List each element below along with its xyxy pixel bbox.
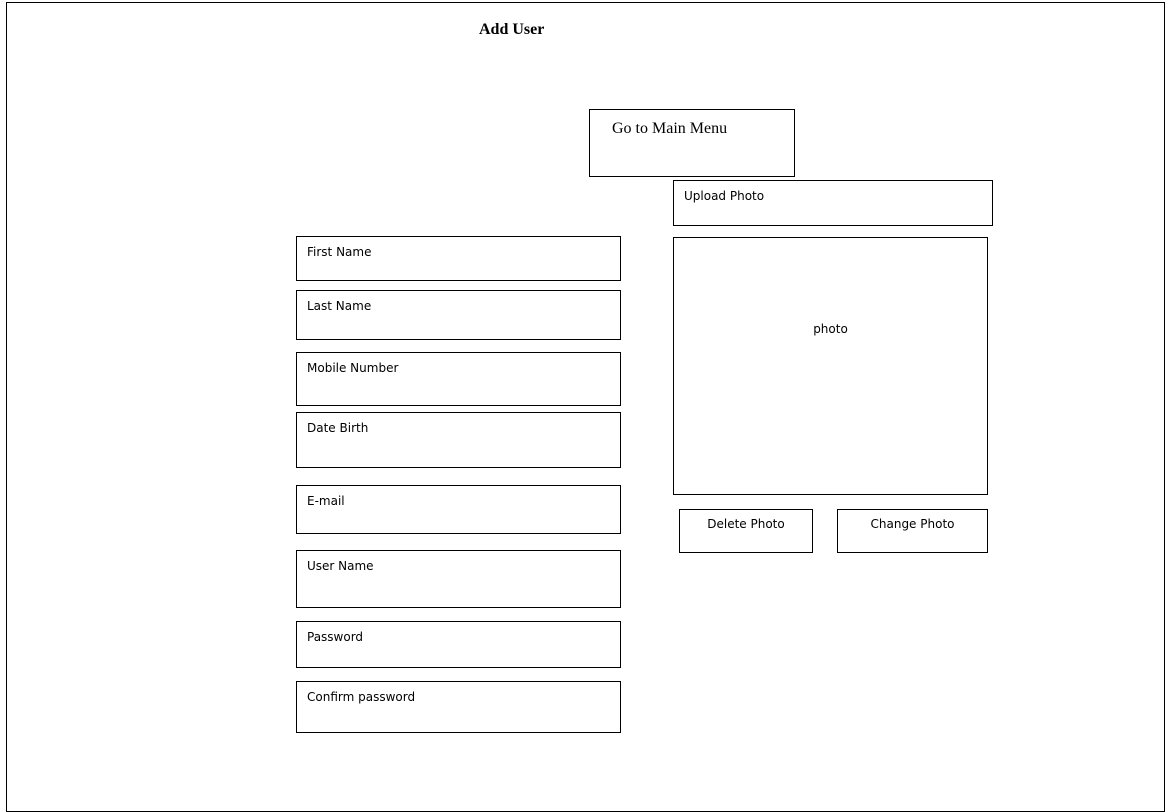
user-name-field[interactable]: User Name: [296, 550, 621, 608]
delete-photo-button[interactable]: Delete Photo: [679, 509, 813, 553]
date-birth-field[interactable]: Date Birth: [296, 412, 621, 468]
email-field-label: E-mail: [307, 494, 345, 508]
last-name-field-label: Last Name: [307, 299, 372, 313]
password-field-label: Password: [307, 630, 364, 644]
last-name-field[interactable]: Last Name: [296, 290, 621, 340]
photo-preview: photo: [673, 237, 988, 495]
change-photo-button[interactable]: Change Photo: [837, 509, 988, 553]
password-field[interactable]: Password: [296, 621, 621, 668]
mobile-number-field[interactable]: Mobile Number: [296, 352, 621, 406]
main-menu-button[interactable]: Go to Main Menu: [589, 109, 795, 177]
page-frame: Add User Go to Main Menu Upload Photo ph…: [6, 2, 1165, 812]
photo-placeholder-label: photo: [813, 322, 848, 336]
main-menu-button-label: Go to Main Menu: [612, 120, 728, 137]
confirm-password-field-label: Confirm password: [307, 690, 416, 704]
change-photo-button-label: Change Photo: [870, 517, 955, 531]
delete-photo-button-label: Delete Photo: [707, 517, 785, 531]
confirm-password-field[interactable]: Confirm password: [296, 681, 621, 733]
user-name-field-label: User Name: [307, 559, 374, 573]
page-title: Add User: [479, 21, 545, 38]
first-name-field[interactable]: First Name: [296, 236, 621, 281]
mobile-number-field-label: Mobile Number: [307, 361, 399, 375]
upload-photo-button-label: Upload Photo: [684, 189, 765, 203]
email-field[interactable]: E-mail: [296, 485, 621, 534]
date-birth-field-label: Date Birth: [307, 421, 369, 435]
upload-photo-button[interactable]: Upload Photo: [673, 180, 993, 226]
first-name-field-label: First Name: [307, 245, 372, 259]
